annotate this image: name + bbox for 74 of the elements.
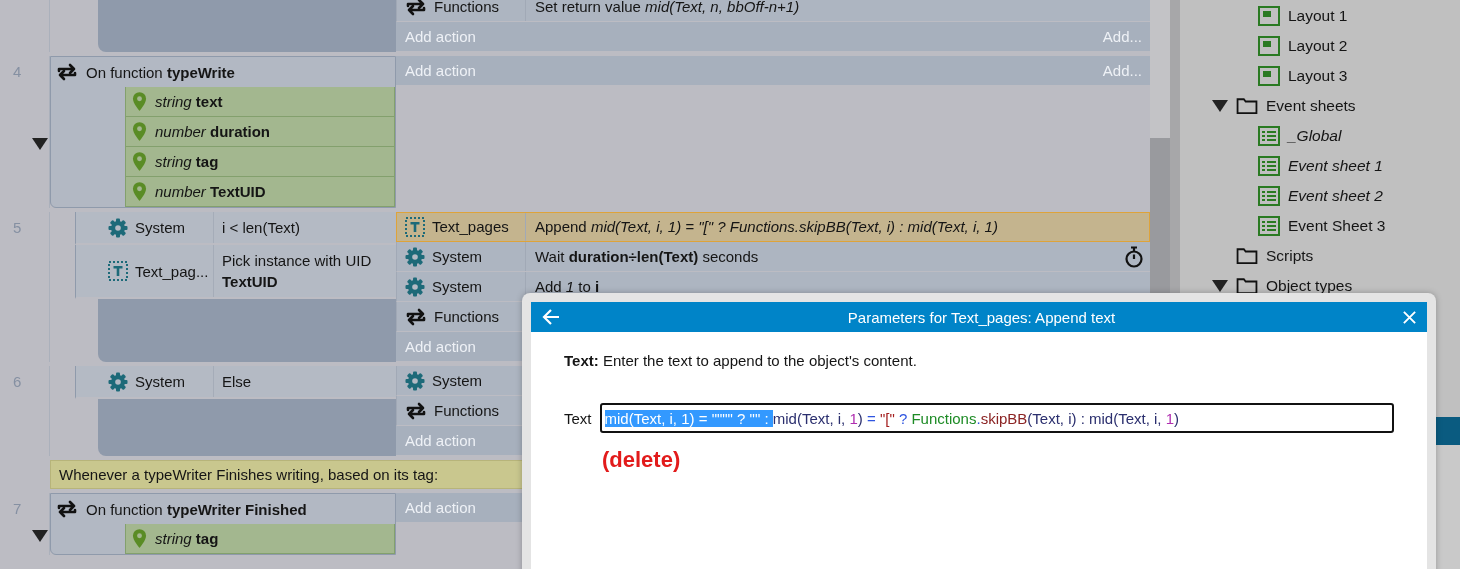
condition-text: i < len(Text) bbox=[222, 218, 300, 238]
tree-item[interactable]: Event sheet 2 bbox=[1288, 187, 1383, 205]
object-name: System bbox=[432, 372, 482, 389]
action-text: Add 1 to i bbox=[535, 278, 600, 295]
parameter-label: number duration bbox=[155, 123, 271, 140]
folder-icon bbox=[1236, 277, 1258, 295]
parameter-label: string tag bbox=[155, 153, 219, 170]
object-name: Text_pag... bbox=[135, 262, 209, 280]
tree-item[interactable]: Event sheets bbox=[1266, 97, 1356, 115]
action-text: Append mid(Text, i, 1) = "[" ? Functions.skipBB(Text, i) : mid(Text, i, 1) bbox=[535, 218, 998, 235]
object-name: System bbox=[135, 219, 185, 236]
expanded-triangle-icon[interactable] bbox=[1212, 99, 1228, 113]
tree-item[interactable]: Scripts bbox=[1266, 247, 1314, 265]
action-row[interactable]: Functions Set return value mid(Text, n, bbOff-n+1) bbox=[396, 0, 1150, 22]
tree-item[interactable]: Layout 3 bbox=[1288, 67, 1348, 85]
loop-arrows-icon bbox=[405, 306, 427, 327]
object-name: Functions bbox=[434, 308, 500, 325]
pin-icon bbox=[132, 91, 147, 112]
object-name: Functions bbox=[434, 0, 500, 15]
expanded-triangle-icon[interactable] bbox=[1212, 279, 1228, 293]
layout-icon bbox=[1258, 66, 1280, 86]
folder-icon bbox=[1236, 97, 1258, 115]
gear-icon bbox=[108, 217, 128, 238]
condition-text: Pick instance with UID TextUID bbox=[222, 251, 373, 292]
expanded-triangle-icon[interactable] bbox=[32, 529, 48, 543]
action-text: Set return value mid(Text, n, bbOff-n+1) bbox=[535, 0, 800, 15]
event-sheet-icon bbox=[1258, 216, 1280, 236]
loop-arrows-icon bbox=[56, 499, 78, 519]
stopwatch-icon bbox=[1124, 245, 1144, 268]
pin-icon bbox=[132, 181, 147, 202]
pin-icon bbox=[132, 528, 147, 549]
folder-icon bbox=[1236, 247, 1258, 265]
gear-icon bbox=[405, 246, 425, 267]
object-name: System bbox=[135, 373, 185, 390]
parameter-label: string tag bbox=[155, 530, 219, 547]
parameter-label: number TextUID bbox=[155, 183, 266, 200]
expanded-triangle-icon[interactable] bbox=[32, 137, 48, 151]
gear-icon bbox=[405, 276, 425, 297]
loop-arrows-icon bbox=[56, 62, 78, 82]
parameter-label: string text bbox=[155, 93, 223, 110]
gear-icon bbox=[405, 370, 425, 391]
text-object-icon bbox=[108, 261, 128, 281]
tree-item[interactable]: Event Sheet 3 bbox=[1288, 217, 1386, 235]
pin-icon bbox=[132, 151, 147, 172]
object-name: System bbox=[432, 278, 482, 295]
event-sheet-icon bbox=[1258, 156, 1280, 176]
tree-item[interactable]: Event sheet 1 bbox=[1288, 157, 1383, 175]
action-text: Wait duration÷len(Text) seconds bbox=[535, 248, 759, 265]
event-sheet-icon bbox=[1258, 186, 1280, 206]
loop-arrows-icon bbox=[405, 400, 427, 421]
layout-icon bbox=[1258, 6, 1280, 26]
dialog-title: Parameters for Text_pages: Append text bbox=[846, 308, 1117, 326]
object-name: System bbox=[432, 248, 482, 265]
action-row[interactable]: Text_pages Append mid(Text, i, 1) = "[" ? Functions.skipBB(Text, i) : mid(Text, i, 1) bbox=[396, 212, 1150, 242]
function-label: On function typeWriter Finished bbox=[86, 500, 307, 518]
tree-item[interactable]: _Global bbox=[1288, 127, 1342, 145]
text-input-field[interactable]: mid(Text, i, 1) = """" ? "" : mid(Text, i, 1) = "[" ? Functions.skipBB(Text, i) : mid(Text, i, 1) bbox=[599, 403, 1394, 433]
loop-arrows-icon bbox=[405, 0, 427, 17]
scrollbar-thumb[interactable] bbox=[1150, 138, 1170, 293]
gear-icon bbox=[108, 371, 128, 392]
object-name: Text_pages bbox=[432, 218, 509, 235]
field-label: Text bbox=[564, 409, 592, 427]
text-object-icon bbox=[405, 216, 425, 237]
pin-icon bbox=[132, 121, 147, 142]
tree-item[interactable]: Object types bbox=[1266, 277, 1353, 295]
condition-text: Else bbox=[222, 372, 252, 392]
function-label: On function typeWrite bbox=[86, 63, 235, 81]
tree-item[interactable]: Layout 2 bbox=[1288, 37, 1348, 55]
layout-icon bbox=[1258, 36, 1280, 56]
tree-item[interactable]: Layout 1 bbox=[1288, 7, 1348, 25]
event-sheet-icon bbox=[1258, 126, 1280, 146]
action-row[interactable]: System Wait duration÷len(Text) seconds bbox=[396, 242, 1150, 272]
object-name: Functions bbox=[434, 402, 500, 419]
parameter-description: Text: Enter the text to append to the object's content. bbox=[564, 352, 918, 369]
